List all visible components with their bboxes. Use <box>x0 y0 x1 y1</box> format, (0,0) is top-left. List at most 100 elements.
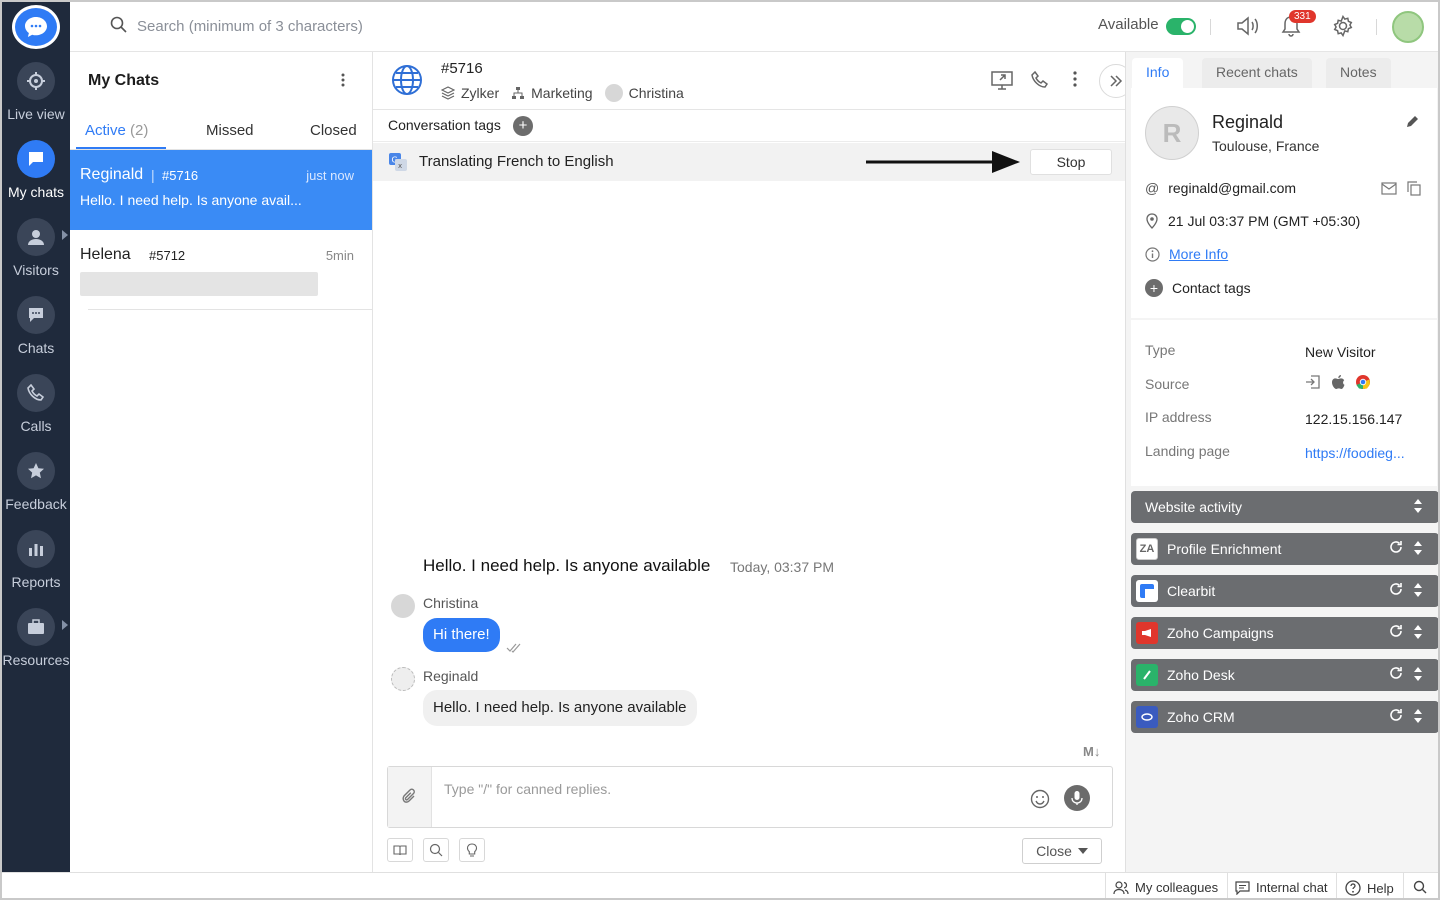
expand-caret-icon[interactable] <box>62 230 68 240</box>
help-icon <box>1345 880 1361 896</box>
translation-bar: Gx Translating French to English Stop <box>373 143 1125 181</box>
refresh-icon[interactable] <box>1389 540 1403 557</box>
more-vertical-icon[interactable] <box>340 72 346 93</box>
search-reply-icon[interactable] <box>423 838 449 862</box>
app-logo-icon[interactable] <box>12 5 60 49</box>
conversation-panel: #5716 Zylker Marketing Christina Convers… <box>373 52 1133 872</box>
copy-icon[interactable] <box>1407 181 1421 201</box>
rail-label: Feedback <box>5 496 67 512</box>
section-clearbit[interactable]: Clearbit <box>1131 575 1438 607</box>
read-receipt-icon <box>506 640 522 658</box>
section-website-activity[interactable]: Website activity <box>1131 491 1438 523</box>
availability-toggle[interactable] <box>1166 18 1196 35</box>
phone-icon[interactable] <box>1030 70 1050 95</box>
tab-missed[interactable]: Missed <box>206 122 254 139</box>
rail-item-chats[interactable]: Chats <box>2 296 70 356</box>
clearbit-icon <box>1136 580 1158 602</box>
sort-arrows-icon[interactable] <box>1413 540 1423 559</box>
section-profile-enrichment[interactable]: ZA Profile Enrichment <box>1131 533 1438 565</box>
close-chat-button[interactable]: Close <box>1022 838 1102 864</box>
refresh-icon[interactable] <box>1389 624 1403 641</box>
visitor-email-row: @ reginald@gmail.com <box>1145 180 1296 196</box>
availability-label: Available <box>1098 16 1159 33</box>
lightbulb-icon[interactable] <box>459 838 485 862</box>
contact-tags-row: + Contact tags <box>1145 279 1251 297</box>
chat-list-panel: My Chats Active (2) Missed Closed Regina… <box>70 52 373 872</box>
rail-item-visitors[interactable]: Visitors <box>2 218 70 278</box>
phone-icon <box>17 374 55 412</box>
rail-item-resources[interactable]: Resources <box>2 608 70 668</box>
expand-caret-icon[interactable] <box>62 620 68 630</box>
help-label: Help <box>1367 880 1394 896</box>
tab-count: (2) <box>130 122 149 139</box>
sort-arrows-icon[interactable] <box>1413 498 1423 517</box>
section-zoho-crm[interactable]: Zoho CRM <box>1131 701 1438 733</box>
rail-item-live-view[interactable]: Live view <box>2 62 70 122</box>
sort-arrows-icon[interactable] <box>1413 708 1423 727</box>
agent-message-bubble: Hi there! <box>423 618 500 652</box>
add-tag-button[interactable]: + <box>513 116 533 136</box>
translate-icon: Gx <box>388 152 408 177</box>
sort-arrows-icon[interactable] <box>1413 666 1423 685</box>
conversation-tags-row: Conversation tags + <box>373 110 1125 142</box>
visitor-name: Reginald <box>1212 112 1284 132</box>
chat-list-item[interactable]: Reginald | #5716 just now Hello. I need … <box>70 150 372 230</box>
rail-item-my-chats[interactable]: My chats <box>2 140 70 200</box>
chat-time: just now <box>306 168 354 183</box>
sort-arrows-icon[interactable] <box>1413 582 1423 601</box>
chat-id: #5716 <box>162 168 199 183</box>
section-zoho-desk[interactable]: Zoho Desk <box>1131 659 1438 691</box>
markdown-icon[interactable]: M↓ <box>1083 744 1100 759</box>
chat-list-item[interactable]: Helena #5712 5min <box>70 230 372 310</box>
refresh-icon[interactable] <box>1389 666 1403 683</box>
refresh-icon[interactable] <box>1389 582 1403 599</box>
more-vertical-icon[interactable] <box>1072 70 1078 93</box>
stop-translation-button[interactable]: Stop <box>1030 149 1112 175</box>
search-input[interactable]: Search (minimum of 3 characters) <box>137 18 363 35</box>
tab-notes[interactable]: Notes <box>1326 58 1391 88</box>
section-zoho-campaigns[interactable]: Zoho Campaigns <box>1131 617 1438 649</box>
tab-closed[interactable]: Closed <box>310 122 357 139</box>
tab-info[interactable]: Info <box>1132 58 1184 88</box>
tab-label: Active <box>85 122 126 139</box>
emoji-icon[interactable] <box>1030 789 1050 814</box>
arrow-right-icon <box>866 151 1020 178</box>
message-input[interactable]: Type "/" for canned replies. <box>444 781 611 797</box>
screen-share-icon[interactable] <box>991 70 1013 95</box>
tab-active[interactable]: Active (2) <box>85 122 148 139</box>
source-icons <box>1305 374 1371 390</box>
more-info-link[interactable]: More Info <box>1169 246 1228 262</box>
help-button[interactable]: Help <box>1345 880 1394 896</box>
refresh-icon[interactable] <box>1389 708 1403 725</box>
sort-arrows-icon[interactable] <box>1413 624 1423 643</box>
divider <box>1376 19 1377 35</box>
rail-label: Live view <box>7 106 65 122</box>
mail-icon[interactable] <box>1381 182 1397 200</box>
location-pin-icon <box>1146 213 1158 229</box>
section-label: Profile Enrichment <box>1167 541 1282 557</box>
add-contact-tag-button[interactable]: + <box>1145 279 1163 297</box>
book-icon[interactable] <box>387 838 413 862</box>
rail-item-calls[interactable]: Calls <box>2 374 70 434</box>
attachment-button[interactable] <box>388 767 432 827</box>
agent-tag: Christina <box>604 84 684 102</box>
microphone-button[interactable] <box>1064 785 1090 811</box>
rail-item-reports[interactable]: Reports <box>2 530 70 590</box>
profile-enrichment-icon: ZA <box>1136 538 1158 560</box>
rail-item-feedback[interactable]: Feedback <box>2 452 70 512</box>
my-colleagues-button[interactable]: My colleagues <box>1113 880 1218 895</box>
chrome-icon <box>1356 375 1370 389</box>
speaker-icon[interactable] <box>1236 15 1262 42</box>
internal-chat-button[interactable]: Internal chat <box>1235 880 1328 895</box>
search-icon[interactable] <box>1413 880 1427 894</box>
sign-in-icon <box>1306 375 1320 389</box>
landing-page-link[interactable]: https://foodieg... <box>1305 445 1405 461</box>
gear-icon[interactable] <box>1332 14 1354 42</box>
top-bar: Search (minimum of 3 characters) Availab… <box>70 2 1438 52</box>
people-icon <box>1113 880 1129 894</box>
user-avatar[interactable] <box>1392 11 1424 43</box>
tab-recent-chats[interactable]: Recent chats <box>1202 58 1312 88</box>
layers-icon <box>441 86 455 100</box>
pencil-icon[interactable] <box>1405 114 1420 134</box>
search-bar[interactable]: Search (minimum of 3 characters) <box>110 16 363 37</box>
